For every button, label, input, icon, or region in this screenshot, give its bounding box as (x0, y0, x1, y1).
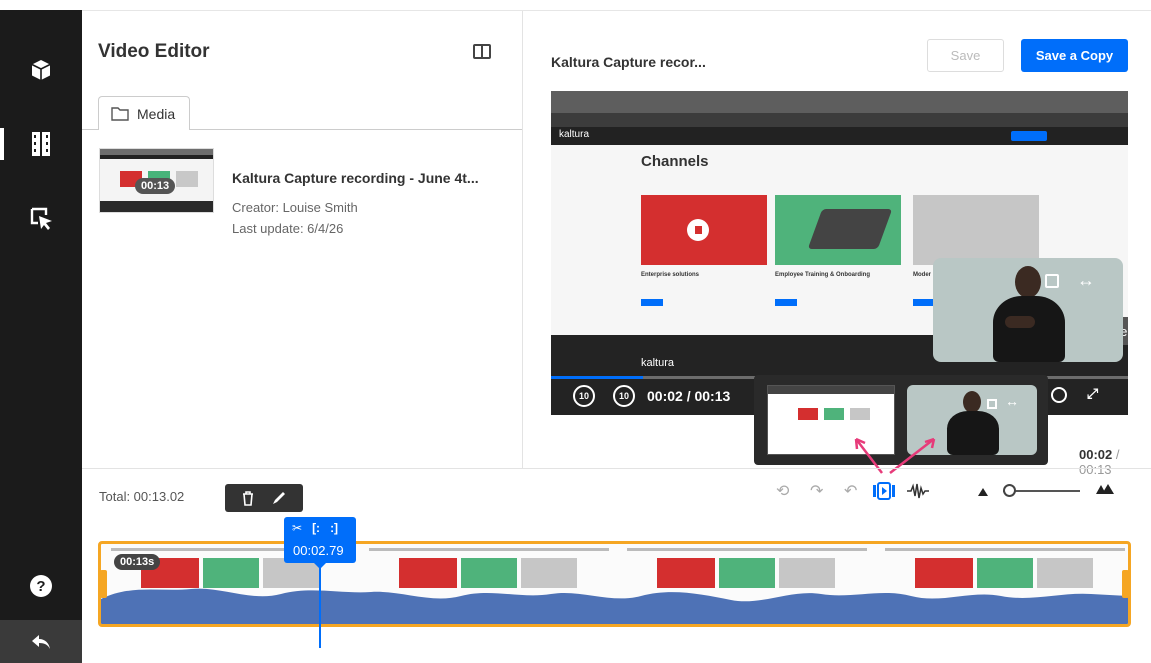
page-title: Video Editor (98, 41, 210, 62)
recorded-browser-tabs (551, 91, 1128, 113)
split-icon[interactable]: ✂ (292, 521, 302, 535)
settings-icon[interactable] (1051, 387, 1067, 403)
layout-toggle-icon[interactable] (473, 44, 491, 59)
recorded-card (775, 195, 901, 265)
back-icon (32, 634, 50, 649)
current-time: 00:02 / 00:13 (1079, 447, 1120, 477)
help-icon[interactable]: ? (0, 558, 82, 614)
progress-fill (551, 376, 644, 379)
tab-media-label: Media (137, 105, 176, 122)
rewind-10-button[interactable]: 10 (573, 385, 595, 407)
card-title: Moder (913, 272, 931, 278)
player-time: 00:02 / 00:13 (647, 388, 731, 404)
resize-arrows-icon[interactable]: ↔ (1077, 270, 1095, 291)
timeline-divider (82, 468, 1151, 469)
rail-top-edge (0, 0, 82, 10)
undo-icon[interactable]: ↶ (844, 481, 872, 501)
entry-title: Kaltura Capture recor... (551, 54, 706, 70)
trim-handle-right[interactable] (1122, 570, 1129, 598)
card-title: Employee Training & Onboarding (775, 272, 871, 278)
layout-switch-icon[interactable] (872, 482, 896, 500)
playhead-line[interactable] (319, 566, 321, 648)
current-time-value: 00:02 (1079, 447, 1113, 462)
media-thumbnail: 00:13 (99, 148, 214, 213)
timeline-track[interactable]: 00:13s (98, 541, 1131, 627)
edit-icon[interactable] (271, 490, 287, 506)
recorded-card (913, 195, 1039, 265)
zoom-in-icon[interactable] (1095, 482, 1115, 500)
signer-image (985, 266, 1085, 362)
recorded-site-nav: kaltura (551, 127, 1128, 145)
media-list-item[interactable]: 00:13 Kaltura Capture recording - June 4… (99, 148, 509, 236)
media-title: Kaltura Capture recording - June 4t... (232, 170, 479, 186)
back-button[interactable] (0, 620, 82, 663)
total-duration: Total: 00:13.02 (99, 489, 185, 504)
trim-start-icon[interactable]: [: (312, 521, 320, 535)
help-glyph: ? (30, 575, 52, 597)
folder-icon (111, 107, 129, 121)
layout-preview-popover: ↔ (754, 375, 1048, 474)
redo-icon[interactable]: ↷ (810, 481, 844, 501)
tab-gap (99, 129, 189, 130)
total-time-value: 00:13 (1079, 462, 1112, 477)
delete-icon[interactable] (241, 490, 255, 506)
video-player[interactable]: kaltura Channels Enterprise solutions Em… (551, 91, 1128, 415)
reset-icon[interactable]: ⟲ (776, 481, 810, 501)
tab-media[interactable]: Media (98, 96, 190, 130)
zoom-out-icon[interactable] (977, 484, 989, 502)
playhead-time: 00:02.79 (293, 543, 344, 558)
card-title: Enterprise solutions (641, 272, 700, 278)
recorded-card (641, 195, 767, 265)
interactivity-icon[interactable] (0, 190, 82, 246)
playhead-tooltip[interactable]: ✂ [: :] 00:02.79 (284, 517, 356, 569)
editor-icon[interactable] (0, 116, 82, 172)
media-icon[interactable] (0, 42, 82, 98)
clip-tools (225, 484, 303, 512)
recorded-page-heading: Channels (641, 153, 709, 170)
save-a-copy-button[interactable]: Save a Copy (1021, 39, 1128, 72)
trim-end-icon[interactable]: :] (330, 521, 338, 535)
fullscreen-icon[interactable]: ⤢ (1087, 385, 1098, 402)
zoom-slider-knob[interactable] (1002, 484, 1016, 497)
media-duration: 00:13 (135, 178, 176, 194)
swap-layout-icon[interactable] (1045, 274, 1059, 288)
left-rail: ? (0, 0, 82, 663)
timeline-thumbnails (101, 548, 1128, 624)
media-panel: Video Editor Media 00:13 Kaltura Capture… (82, 11, 523, 468)
waveform-icon[interactable] (906, 483, 930, 499)
playhead-tools: ✂ [: :] (292, 521, 338, 535)
pip-video[interactable]: ↔ (933, 258, 1123, 362)
trim-handle-left[interactable] (100, 570, 107, 598)
save-button[interactable]: Save (927, 39, 1004, 72)
footer-logo: kaltura (641, 357, 675, 369)
kaltura-logo-text: kaltura (559, 129, 590, 140)
media-creator: Creator: Louise Smith (232, 200, 358, 215)
timeline-toolbar: ⟲ ↷ ↶ (776, 481, 930, 501)
recorded-url-bar (551, 113, 1128, 127)
clip-duration-badge: 00:13s (114, 554, 161, 570)
forward-10-button[interactable]: 10 (613, 385, 635, 407)
media-updated: Last update: 6/4/26 (232, 221, 344, 236)
